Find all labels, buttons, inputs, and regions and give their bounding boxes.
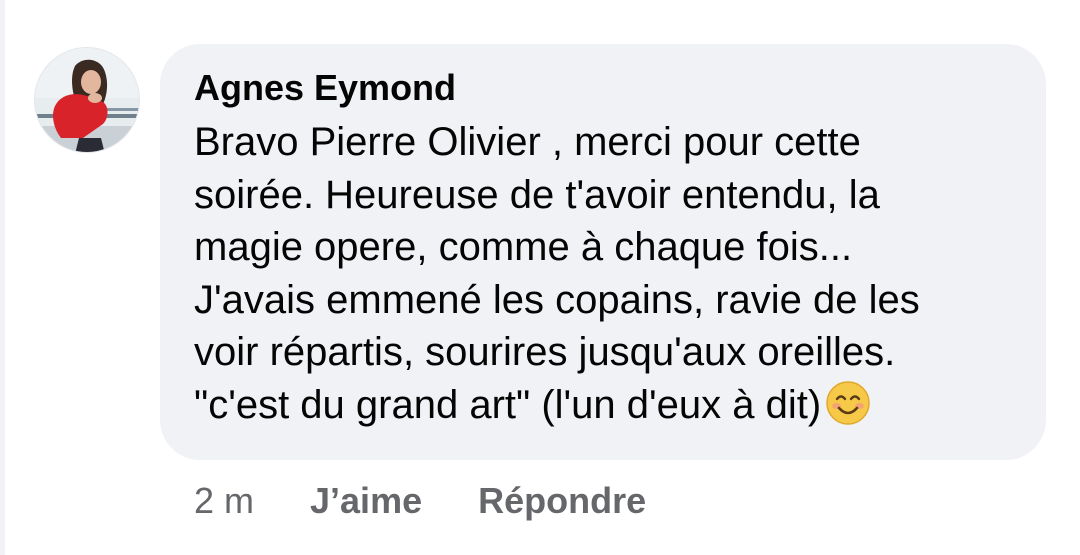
avatar-photo <box>35 48 139 152</box>
avatar[interactable] <box>34 47 140 153</box>
comment-timestamp[interactable]: 2 m <box>194 480 254 522</box>
comment-bubble: Agnes Eymond Bravo Pierre Olivier , merc… <box>160 44 1046 460</box>
comment-text: Bravo Pierre Olivier , merci pour cette … <box>194 120 920 427</box>
like-button[interactable]: J’aime <box>310 480 422 522</box>
smiling-face-icon <box>825 380 871 426</box>
reply-button[interactable]: Répondre <box>478 480 646 522</box>
comment-author[interactable]: Agnes Eymond <box>194 66 456 110</box>
comment-actions: 2 m J’aime Répondre <box>194 478 646 524</box>
comment-body: Bravo Pierre Olivier , merci pour cette … <box>194 116 1014 431</box>
left-edge-divider <box>0 0 5 555</box>
